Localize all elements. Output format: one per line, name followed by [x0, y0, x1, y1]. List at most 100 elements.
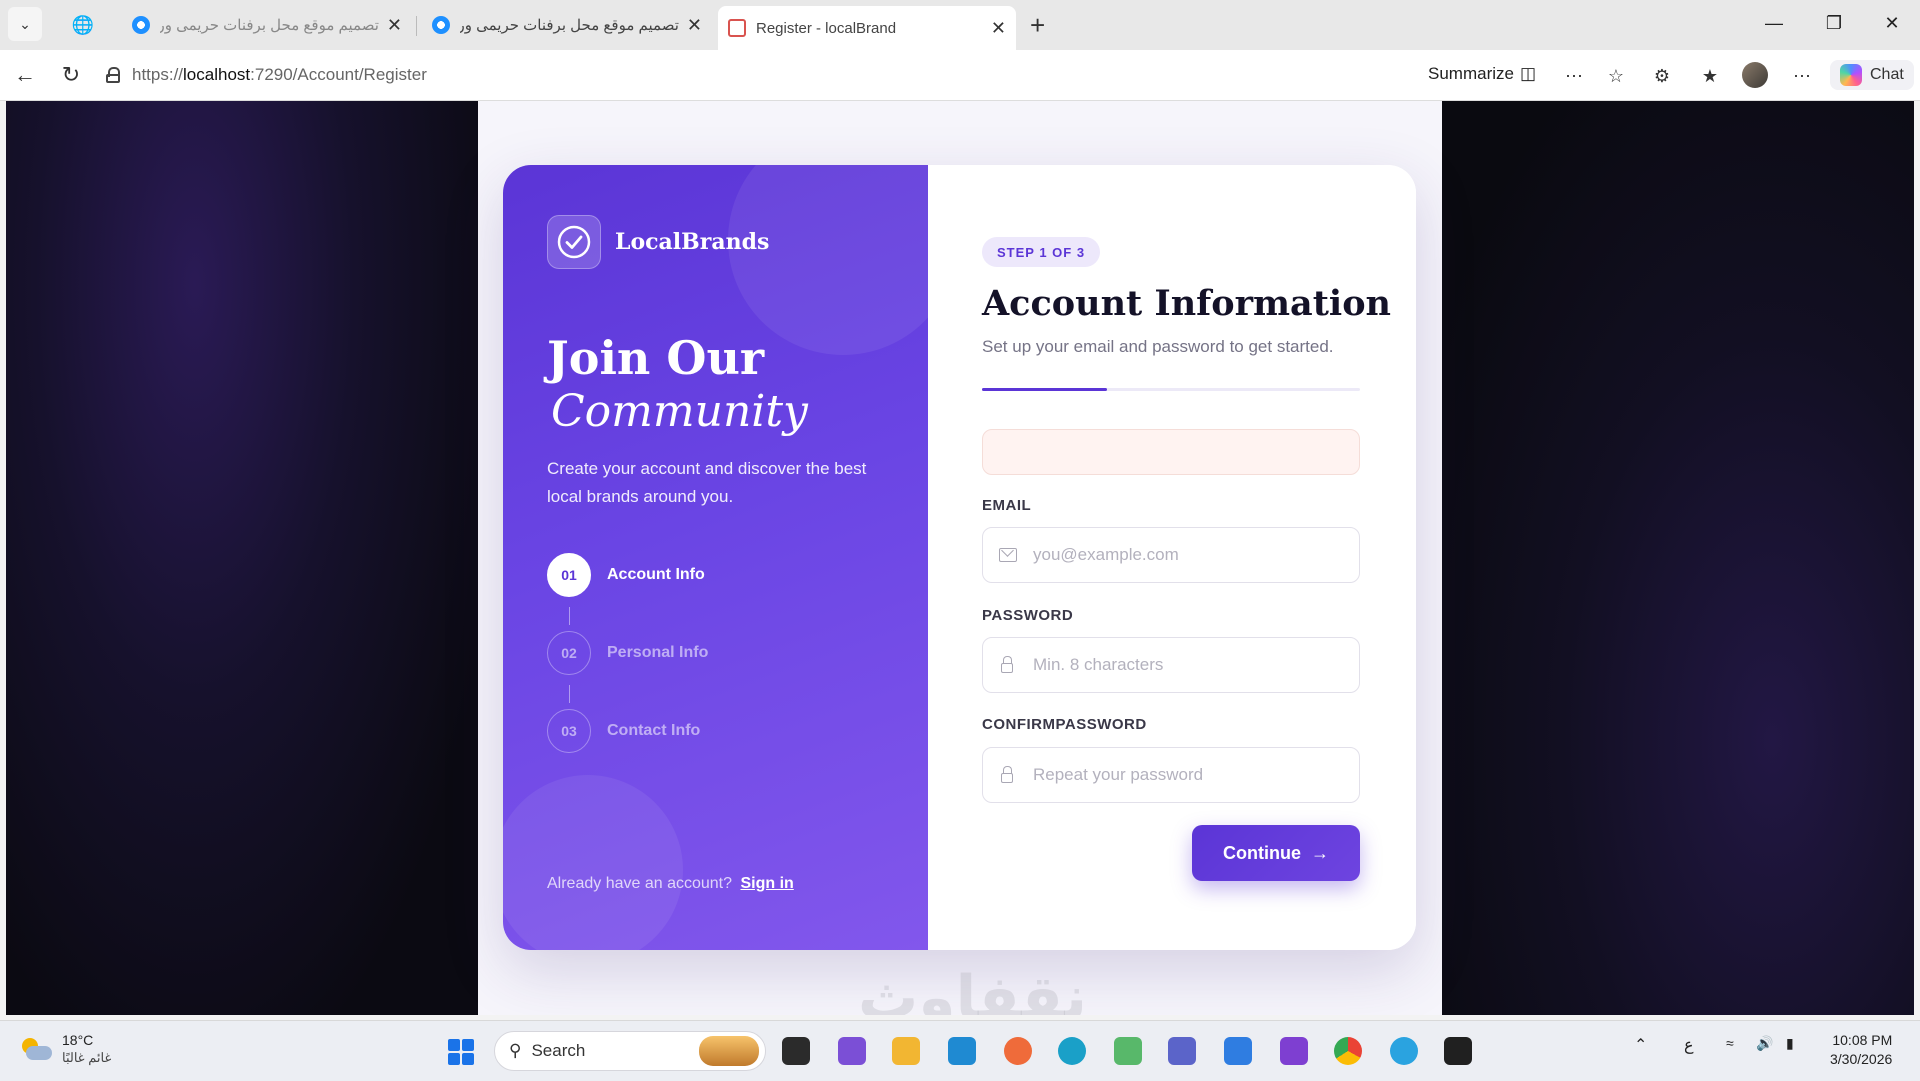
- close-icon[interactable]: ✕: [687, 15, 702, 36]
- check-circle-icon: [557, 225, 591, 259]
- form-subtitle: Set up your email and password to get st…: [982, 337, 1334, 356]
- globe-icon[interactable]: 🌐: [70, 12, 96, 38]
- site-favicon-icon: [432, 16, 450, 34]
- password-field[interactable]: [982, 637, 1360, 693]
- taskbar: 18°C غائم غالبًا ⚲ Search ⌃ ع ≈ 🔊 ▮ 10:0…: [0, 1020, 1920, 1081]
- new-tab-button[interactable]: +: [1030, 12, 1045, 38]
- settings-menu-icon[interactable]: ⋯: [1790, 64, 1814, 88]
- teams-icon[interactable]: [1168, 1037, 1196, 1065]
- windows-start-icon[interactable]: [448, 1039, 474, 1065]
- email-field[interactable]: [982, 527, 1360, 583]
- continue-label: Continue: [1223, 842, 1301, 863]
- more-tools-icon[interactable]: ⋯: [1562, 64, 1586, 88]
- weather-text: 18°C غائم غالبًا: [62, 1031, 111, 1067]
- extensions-icon[interactable]: ⚙: [1650, 64, 1674, 88]
- chrome-icon[interactable]: [1334, 1037, 1362, 1065]
- tab-title: تصميم موقع محل برفنات حريمى ور: [460, 17, 679, 34]
- back-button[interactable]: ←: [12, 62, 38, 88]
- profile-avatar[interactable]: [1742, 62, 1768, 88]
- signin-prompt: Already have an account? Sign in: [547, 875, 794, 893]
- url-bar[interactable]: https://localhost:7290/Account/Register: [96, 58, 1406, 92]
- form-title: Account Information: [982, 283, 1391, 324]
- step-connector: [569, 685, 570, 703]
- step-number: 02: [547, 631, 591, 675]
- telegram-icon[interactable]: [1390, 1037, 1418, 1065]
- step-label: Account Info: [607, 566, 705, 583]
- summarize-icon: ◫: [1519, 64, 1537, 83]
- close-icon[interactable]: ✕: [387, 15, 402, 36]
- url-text: https://localhost:7290/Account/Register: [132, 65, 427, 84]
- tab-1[interactable]: تصميم موقع محل برفنات حريمى ور ✕: [122, 6, 412, 44]
- copilot-chat-button[interactable]: Chat: [1830, 60, 1914, 90]
- page-viewport: LocalBrands Join Our Community Create yo…: [6, 101, 1914, 1015]
- background-left: [6, 101, 478, 1015]
- refresh-button[interactable]: ↻: [58, 62, 84, 88]
- wifi-icon[interactable]: ≈: [1726, 1035, 1734, 1051]
- weather-temp: 18°C: [62, 1032, 94, 1048]
- language-indicator[interactable]: ع: [1684, 1035, 1694, 1055]
- close-icon[interactable]: ✕: [991, 18, 1006, 39]
- task-view-icon[interactable]: [782, 1037, 810, 1065]
- continue-button[interactable]: Continue →: [1192, 825, 1360, 881]
- close-window-button[interactable]: ✕: [1872, 8, 1912, 38]
- favorite-star-icon[interactable]: ☆: [1604, 64, 1628, 88]
- terminal-icon[interactable]: [1444, 1037, 1472, 1065]
- restore-button[interactable]: ❐: [1814, 8, 1854, 38]
- chat-label: Chat: [1870, 66, 1904, 83]
- weather-widget[interactable]: 18°C غائم غالبًا: [20, 1031, 111, 1067]
- favorites-icon[interactable]: ★: [1698, 64, 1722, 88]
- confirm-password-label: CONFIRMPASSWORD: [982, 716, 1147, 733]
- decorative-circle: [503, 775, 683, 950]
- center-area: LocalBrands Join Our Community Create yo…: [478, 101, 1442, 1015]
- tab-3-active[interactable]: Register - localBrand ✕: [718, 6, 1016, 50]
- progress-fill: [982, 388, 1107, 391]
- search-icon: ⚲: [509, 1041, 522, 1060]
- progress-track: [982, 388, 1360, 391]
- summarize-button[interactable]: Summarize ◫: [1428, 64, 1536, 84]
- confirm-password-input[interactable]: [1031, 764, 1359, 786]
- tab-separator: [416, 16, 417, 36]
- file-explorer-icon[interactable]: [892, 1037, 920, 1065]
- taskbar-search[interactable]: ⚲ Search: [494, 1031, 766, 1071]
- visual-studio-icon[interactable]: [838, 1037, 866, 1065]
- clock-date: 3/30/2026: [1830, 1051, 1893, 1067]
- lock-icon: [999, 766, 1017, 784]
- address-bar-row: ← ↻ https://localhost:7290/Account/Regis…: [0, 50, 1920, 101]
- email-input[interactable]: [1031, 544, 1359, 566]
- email-label: EMAIL: [982, 497, 1032, 514]
- snipping-tool-icon[interactable]: [1114, 1037, 1142, 1065]
- watermark: نقفاوث: [858, 963, 1088, 1015]
- browser-tab-bar: ⌄ 🌐 تصميم موقع محل برفنات حريمى ور ✕ تصم…: [0, 0, 1920, 50]
- copilot-icon: [1840, 64, 1862, 86]
- tab-2[interactable]: تصميم موقع محل برفنات حريمى ور ✕: [422, 6, 712, 44]
- password-input[interactable]: [1031, 654, 1359, 676]
- chevron-up-icon[interactable]: ⌃: [1634, 1035, 1647, 1055]
- search-label: Search: [531, 1041, 586, 1060]
- postman-icon[interactable]: [1004, 1037, 1032, 1065]
- confirm-password-field[interactable]: [982, 747, 1360, 803]
- arrow-right-icon: →: [1311, 842, 1329, 863]
- brand-name: LocalBrands: [615, 229, 770, 255]
- volume-icon[interactable]: 🔊: [1756, 1035, 1773, 1052]
- battery-icon[interactable]: ▮: [1786, 1035, 1794, 1052]
- tab-title: تصميم موقع محل برفنات حريمى ور: [160, 17, 379, 34]
- vscode-icon[interactable]: [948, 1037, 976, 1065]
- minimize-button[interactable]: —: [1754, 8, 1794, 38]
- step-account-info: 01 Account Info: [547, 553, 705, 597]
- visual-studio-preview-icon[interactable]: [1280, 1037, 1308, 1065]
- hero-title-italic: Community: [551, 386, 808, 437]
- form-panel: STEP 1 OF 3 Account Information Set up y…: [928, 165, 1416, 950]
- step-label: Personal Info: [607, 644, 709, 661]
- signin-link[interactable]: Sign in: [740, 875, 793, 892]
- promo-panel: LocalBrands Join Our Community Create yo…: [503, 165, 928, 950]
- weather-desc: غائم غالبًا: [62, 1050, 112, 1065]
- system-clock[interactable]: 10:08 PM 3/30/2026: [1830, 1031, 1892, 1069]
- step-number: 03: [547, 709, 591, 753]
- step-label: Contact Info: [607, 722, 701, 739]
- messaging-icon[interactable]: [1224, 1037, 1252, 1065]
- lock-icon: [999, 656, 1017, 674]
- edge-icon[interactable]: [1058, 1037, 1086, 1065]
- chevron-down-icon: ⌄: [19, 15, 31, 32]
- clock-time: 10:08 PM: [1832, 1032, 1893, 1048]
- tab-list-button[interactable]: ⌄: [8, 7, 42, 41]
